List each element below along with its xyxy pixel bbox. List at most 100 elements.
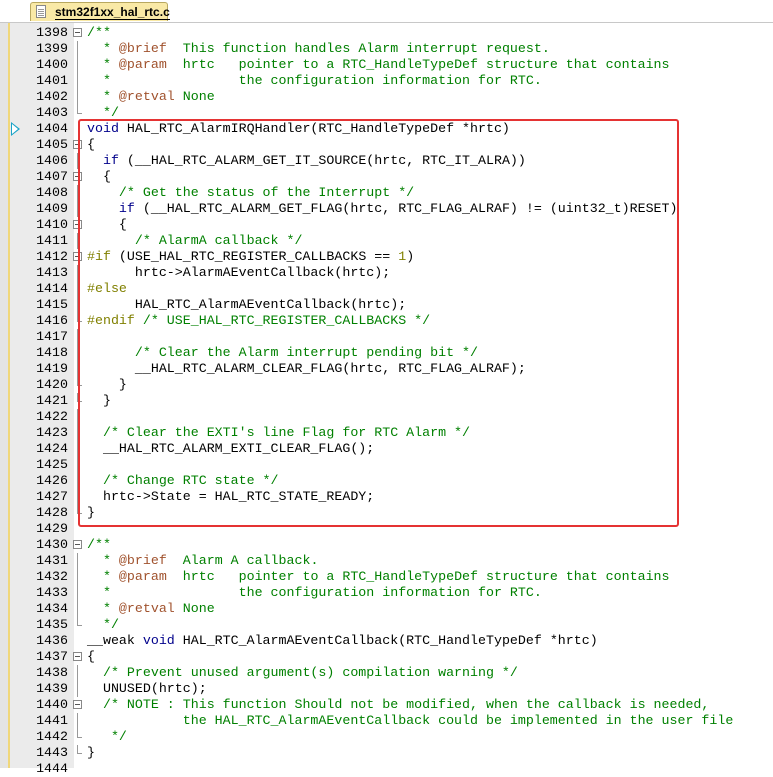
code-line[interactable]: 1404 void HAL_RTC_AlarmIRQHandler(RTC_Han… (0, 121, 773, 137)
line-number: 1440 (36, 697, 68, 712)
code-text: { (87, 169, 111, 185)
line-number: 1412 (36, 249, 68, 264)
fold-toggle-icon[interactable] (72, 169, 84, 185)
code-token: */ (87, 617, 119, 632)
code-line[interactable]: 1410 { (0, 217, 773, 233)
code-line[interactable]: 1402 * @retval None (0, 89, 773, 105)
code-line[interactable]: 1401 * the configuration information for… (0, 73, 773, 89)
fold-guide-icon (72, 441, 84, 457)
fold-guide-icon (72, 329, 84, 345)
fold-toggle-icon[interactable] (72, 217, 84, 233)
line-number: 1404 (36, 121, 68, 136)
code-token: HAL_RTC_AlarmAEventCallback(RTC_HandleTy… (174, 633, 598, 648)
code-token: #if (87, 249, 111, 264)
code-token: @retval (118, 601, 175, 616)
code-token: @param (118, 57, 167, 72)
line-number: 1438 (36, 665, 68, 680)
code-line[interactable]: 1443} (0, 745, 773, 761)
code-token: if (118, 201, 135, 216)
code-line[interactable]: 1408 /* Get the status of the Interrupt … (0, 185, 773, 201)
code-line[interactable]: 1406 if (__HAL_RTC_ALARM_GET_IT_SOURCE(h… (0, 153, 773, 169)
code-line[interactable]: 1420 } (0, 377, 773, 393)
code-text: #else (87, 281, 127, 297)
code-line[interactable]: 1418 /* Clear the Alarm interrupt pendin… (0, 345, 773, 361)
code-line[interactable]: 1416 #endif /* USE_HAL_RTC_REGISTER_CALLB… (0, 313, 773, 329)
fold-toggle-icon[interactable] (72, 249, 84, 265)
code-line[interactable]: 1436 __weak void HAL_RTC_AlarmAEventCallb… (0, 633, 773, 649)
fold-guide-icon (72, 665, 84, 681)
code-line[interactable]: 1437 { (0, 649, 773, 665)
code-token: /* AlarmA callback */ (87, 233, 303, 248)
code-line[interactable]: 1426 /* Change RTC state */ (0, 473, 773, 489)
code-token: the HAL_RTC_AlarmAEventCallback could be… (87, 713, 734, 728)
fold-toggle-icon[interactable] (72, 537, 84, 553)
code-token: @brief (118, 553, 167, 568)
code-line[interactable]: 1424 __HAL_RTC_ALARM_EXTI_CLEAR_FLAG(); (0, 441, 773, 457)
code-line[interactable]: 1414 #else (0, 281, 773, 297)
code-line[interactable]: 1440 /* NOTE : This function Should not … (0, 697, 773, 713)
code-line[interactable]: 1412 #if (USE_HAL_RTC_REGISTER_CALLBACKS … (0, 249, 773, 265)
code-line[interactable]: 1434 * @retval None (0, 601, 773, 617)
code-line[interactable]: 1423 /* Clear the EXTI's line Flag for R… (0, 425, 773, 441)
code-line[interactable]: 1405 { (0, 137, 773, 153)
code-line[interactable]: 1439 UNUSED(hrtc); (0, 681, 773, 697)
fold-guide-icon (72, 265, 84, 281)
code-line[interactable]: 1399 * @brief This function handles Alar… (0, 41, 773, 57)
fold-toggle-icon[interactable] (72, 25, 84, 41)
line-number: 1402 (36, 89, 68, 104)
fold-guide-icon (72, 681, 84, 697)
code-line[interactable]: 1442 */ (0, 729, 773, 745)
line-number: 1415 (36, 297, 68, 312)
code-line[interactable]: 1415 HAL_RTC_AlarmAEventCallback(hrtc); (0, 297, 773, 313)
code-line[interactable]: 1422 (0, 409, 773, 425)
code-line[interactable]: 1409 if (__HAL_RTC_ALARM_GET_FLAG(hrtc, … (0, 201, 773, 217)
code-token: #endif (87, 313, 135, 328)
code-token: @param (118, 569, 167, 584)
code-line[interactable]: 1411 /* AlarmA callback */ (0, 233, 773, 249)
fold-toggle-icon[interactable] (72, 649, 84, 665)
code-line[interactable]: 1438 /* Prevent unused argument(s) compi… (0, 665, 773, 681)
code-line[interactable]: 1444 (0, 761, 773, 777)
code-line[interactable]: 1429 (0, 521, 773, 537)
code-text: /** (87, 25, 111, 41)
code-token: * (87, 89, 119, 104)
tab-stm32f1xx-hal-rtc[interactable]: stm32f1xx_hal_rtc.c (30, 2, 170, 21)
code-editor[interactable]: 1398/** 1399 * @brief This function handl… (0, 25, 773, 777)
code-token: * (87, 601, 119, 616)
fold-guide-icon (72, 233, 84, 249)
line-number: 1429 (36, 521, 68, 536)
code-text: the HAL_RTC_AlarmAEventCallback could be… (87, 713, 734, 729)
fold-guide-icon (72, 425, 84, 441)
code-line[interactable]: 1425 (0, 457, 773, 473)
code-line[interactable]: 1431 * @brief Alarm A callback. (0, 553, 773, 569)
code-line[interactable]: 1421 } (0, 393, 773, 409)
code-line[interactable]: 1433 * the configuration information for… (0, 585, 773, 601)
fold-guide-icon (72, 89, 84, 105)
line-number: 1436 (36, 633, 68, 648)
code-line[interactable]: 1417 (0, 329, 773, 345)
line-number: 1414 (36, 281, 68, 296)
code-line[interactable]: 1403 */ (0, 105, 773, 121)
line-number: 1399 (36, 41, 68, 56)
fold-toggle-icon[interactable] (72, 137, 84, 153)
code-line[interactable]: 1413 hrtc->AlarmAEventCallback(hrtc); (0, 265, 773, 281)
line-number: 1425 (36, 457, 68, 472)
code-line[interactable]: 1398 /** (0, 25, 773, 41)
code-line[interactable]: 1428} (0, 505, 773, 521)
code-text: /* Get the status of the Interrupt */ (87, 185, 414, 201)
code-line[interactable]: 1427 hrtc->State = HAL_RTC_STATE_READY; (0, 489, 773, 505)
code-line[interactable]: 1407 { (0, 169, 773, 185)
code-text: /* AlarmA callback */ (87, 233, 303, 249)
code-line[interactable]: 1419 __HAL_RTC_ALARM_CLEAR_FLAG(hrtc, RT… (0, 361, 773, 377)
code-line[interactable]: 1441 the HAL_RTC_AlarmAEventCallback cou… (0, 713, 773, 729)
code-line[interactable]: 1432 * @param hrtc pointer to a RTC_Hand… (0, 569, 773, 585)
code-line[interactable]: 1435 */ (0, 617, 773, 633)
line-number: 1421 (36, 393, 68, 408)
fold-guide-icon (72, 57, 84, 73)
code-token: * the configuration information for RTC. (87, 585, 542, 600)
fold-guide-icon (72, 73, 84, 89)
code-token: (USE_HAL_RTC_REGISTER_CALLBACKS == (110, 249, 399, 264)
code-line[interactable]: 1430 /** (0, 537, 773, 553)
fold-toggle-icon[interactable] (72, 697, 84, 713)
code-line[interactable]: 1400 * @param hrtc pointer to a RTC_Hand… (0, 57, 773, 73)
